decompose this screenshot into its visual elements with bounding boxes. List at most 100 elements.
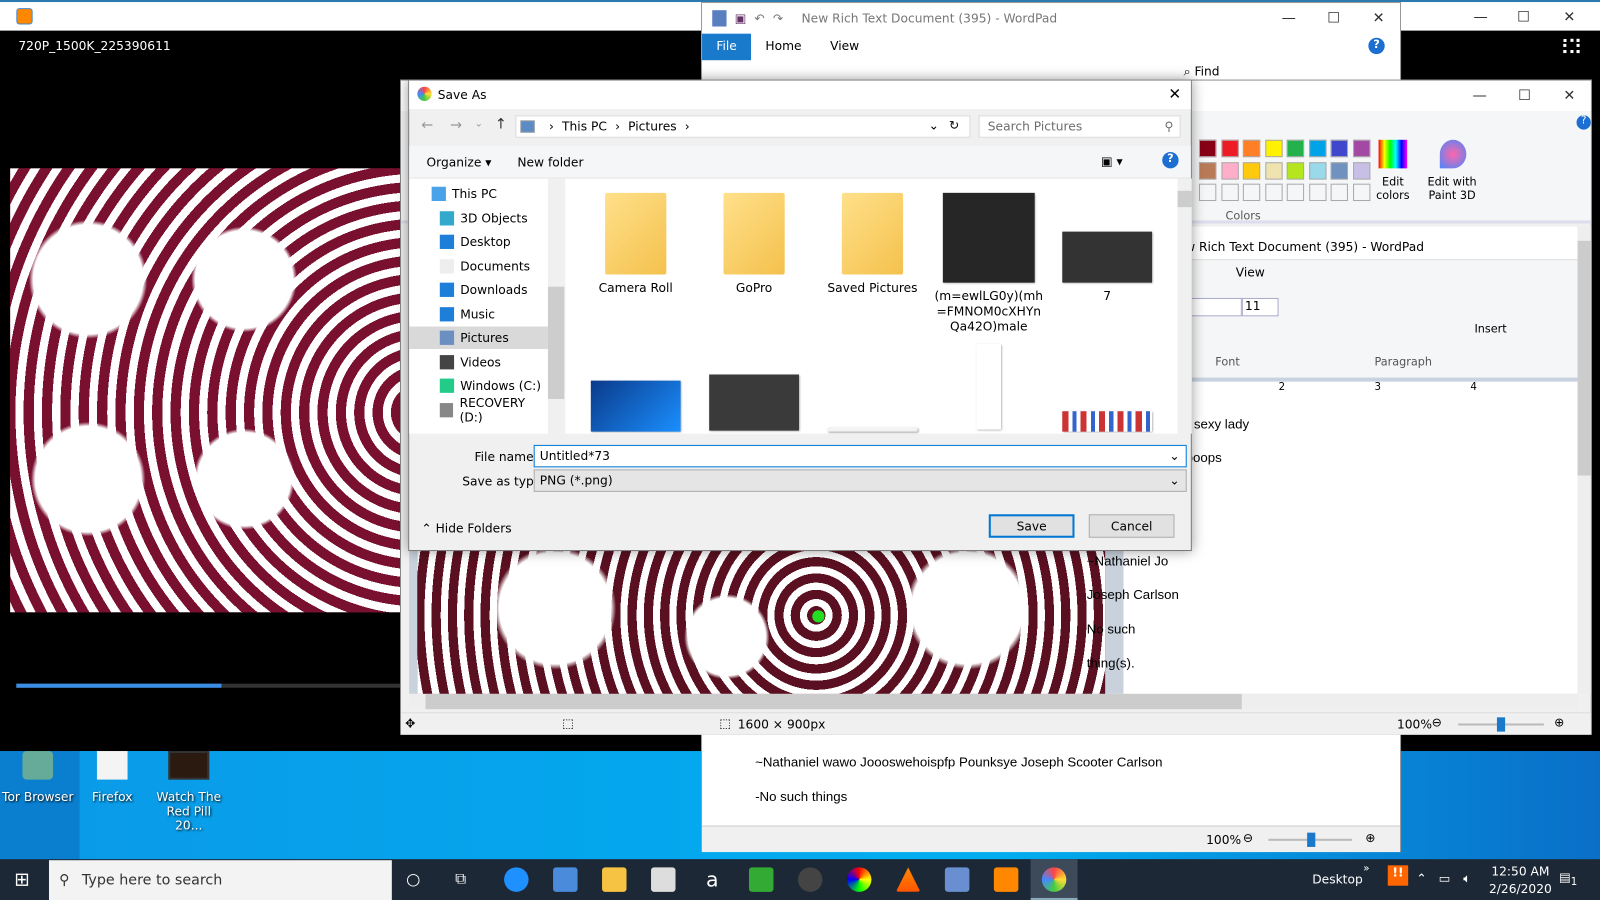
file-item[interactable]: 7 [1051, 193, 1163, 304]
save-icon[interactable]: ▣ [735, 11, 747, 25]
zoom-in-icon[interactable]: ⊕ [1365, 831, 1375, 845]
color-swatch[interactable] [1352, 161, 1370, 180]
help-icon[interactable]: ? [1368, 37, 1385, 55]
color-swatch[interactable] [1220, 183, 1239, 202]
tree-item[interactable]: RECOVERY (D:) [439, 395, 548, 424]
close-button[interactable]: ✕ [1355, 3, 1402, 34]
file-item[interactable]: billing_address [816, 352, 928, 434]
minimize-button[interactable]: — [1456, 81, 1503, 112]
maximize-button[interactable]: ☐ [1501, 81, 1548, 112]
seek-bar[interactable] [16, 683, 405, 688]
tab-view[interactable]: View [816, 34, 874, 61]
tab-file[interactable]: File [702, 33, 752, 61]
chevron-down-icon[interactable]: ⌄ [929, 118, 939, 132]
cortana-icon[interactable]: ○ [406, 869, 420, 888]
color-swatch[interactable] [1198, 183, 1217, 202]
desktop-icon-firefox[interactable]: Firefox [77, 751, 148, 804]
save-as-type-select[interactable]: PNG (*.png) ⌄ [533, 469, 1187, 492]
color-swatch[interactable] [1220, 139, 1239, 158]
doc-line[interactable]: -No such things [755, 789, 847, 804]
file-item[interactable]: Camera Roll [580, 192, 692, 296]
media-player-taskbar-icon[interactable] [993, 867, 1019, 892]
redo-icon[interactable]: ↷ [773, 11, 783, 25]
color-swatch[interactable] [1264, 183, 1283, 202]
zoom-slider[interactable] [1458, 717, 1544, 732]
color-swatch[interactable] [1308, 183, 1327, 202]
color-swatch[interactable] [1330, 183, 1348, 202]
color-swatch[interactable] [1286, 183, 1305, 202]
minimize-button[interactable]: — [1457, 2, 1504, 33]
file-name-input[interactable]: Untitled*73 ⌄ [533, 444, 1187, 468]
file-item[interactable]: Saved Pictures [816, 192, 928, 296]
edit-with-paint3d-button[interactable]: Edit with Paint 3D [1423, 176, 1480, 203]
edge-icon[interactable] [504, 867, 529, 892]
address-bar[interactable]: › This PC › Pictures › ⌄ ↻ [515, 115, 971, 138]
amazon-icon[interactable]: a [700, 867, 724, 891]
forward-button[interactable]: → [450, 117, 462, 133]
refresh-icon[interactable]: ↻ [949, 118, 959, 132]
file-item[interactable]: GoPro [698, 192, 810, 296]
tree-item[interactable]: Desktop [439, 231, 548, 253]
tree-item[interactable]: Documents [439, 255, 548, 277]
tree-item[interactable]: This PC [431, 183, 540, 205]
color-swatch[interactable] [1242, 139, 1261, 158]
undo-icon[interactable]: ↶ [754, 11, 764, 25]
file-item[interactable]: bITMAPIMAGEIN [933, 343, 1045, 434]
breadcrumb-pictures[interactable]: Pictures [628, 119, 677, 133]
notifications-button[interactable]: ▤1 [1559, 870, 1577, 888]
files-scrollbar[interactable] [1177, 178, 1192, 434]
color-swatch[interactable] [1198, 139, 1217, 158]
zoom-out-icon[interactable]: ⊖ [1432, 715, 1442, 729]
toolbar-expand-icon[interactable]: » [1363, 863, 1369, 874]
close-button[interactable]: ✕ [1168, 85, 1181, 103]
taskbar-search[interactable]: ⚲ Type here to search [48, 860, 392, 900]
tree-item[interactable]: Downloads [439, 279, 548, 301]
color-swatch[interactable] [1330, 139, 1348, 158]
file-explorer-icon[interactable] [602, 867, 627, 892]
cancel-button[interactable]: Cancel [1088, 514, 1175, 538]
zoom-out-icon[interactable]: ⊖ [1243, 831, 1253, 845]
close-button[interactable]: ✕ [1546, 2, 1593, 33]
hide-folders-button[interactable]: ⌃ Hide Folders [421, 521, 511, 535]
horizontal-scrollbar[interactable] [409, 693, 1578, 710]
recent-locations-button[interactable]: ⌄ [474, 118, 483, 129]
color-swatch[interactable] [1286, 161, 1305, 180]
alert-tray-icon[interactable]: !! [1387, 865, 1409, 886]
new-folder-button[interactable]: New folder [517, 155, 583, 169]
zoom-slider[interactable] [1268, 832, 1353, 847]
close-button[interactable]: ✕ [1546, 81, 1593, 112]
desktop-toolbar[interactable]: Desktop [1312, 872, 1363, 886]
tree-scrollbar[interactable] [547, 178, 565, 434]
maximize-button[interactable]: ☐ [1310, 3, 1357, 34]
wordpad-taskbar-icon[interactable] [944, 867, 970, 892]
color-swatch[interactable] [1286, 139, 1305, 158]
color-swatch[interactable] [1220, 161, 1239, 180]
start-button[interactable]: ⊞ [14, 869, 29, 890]
paint-taskbar-button[interactable] [1030, 859, 1078, 900]
tree-item[interactable]: 3D Objects [439, 207, 548, 229]
file-item[interactable]: bg_channel_drop [698, 352, 810, 434]
color-swatch[interactable] [1242, 183, 1261, 202]
maximize-button[interactable]: ☐ [1500, 2, 1547, 33]
tab-home[interactable]: Home [751, 34, 816, 61]
color-swatch[interactable] [1330, 161, 1348, 180]
find-button[interactable]: ⌕ Find [1184, 64, 1220, 79]
camera-app-icon[interactable] [797, 867, 823, 892]
color-swatch[interactable] [1198, 161, 1217, 180]
edit-colors-icon[interactable] [1378, 139, 1408, 169]
edit-colors-button[interactable]: Edit colors [1370, 176, 1415, 203]
color-swatch[interactable] [1242, 161, 1261, 180]
tree-item[interactable]: Videos [439, 351, 548, 373]
show-hidden-icons[interactable]: ⌃ [1416, 871, 1426, 885]
file-item[interactable]: (m=ewlLG0y)(mh=FMNOM0cXHYnQa42O)male [933, 192, 1045, 335]
color-swatch[interactable] [1264, 139, 1283, 158]
doc-line[interactable]: ~Nathaniel wawo Joooswehoispfp Pounksye … [755, 754, 1162, 769]
fullscreen-icon[interactable] [1563, 38, 1580, 54]
file-item[interactable]: 610 [580, 352, 692, 434]
color-swatch[interactable] [1308, 139, 1327, 158]
clock[interactable]: 12:50 AM 2/26/2020 [1486, 863, 1555, 898]
color-swatch[interactable] [1264, 161, 1283, 180]
zoom-in-icon[interactable]: ⊕ [1554, 715, 1564, 729]
paint3d-icon[interactable] [1439, 139, 1467, 169]
tree-item[interactable]: Windows (C:) [439, 374, 548, 396]
